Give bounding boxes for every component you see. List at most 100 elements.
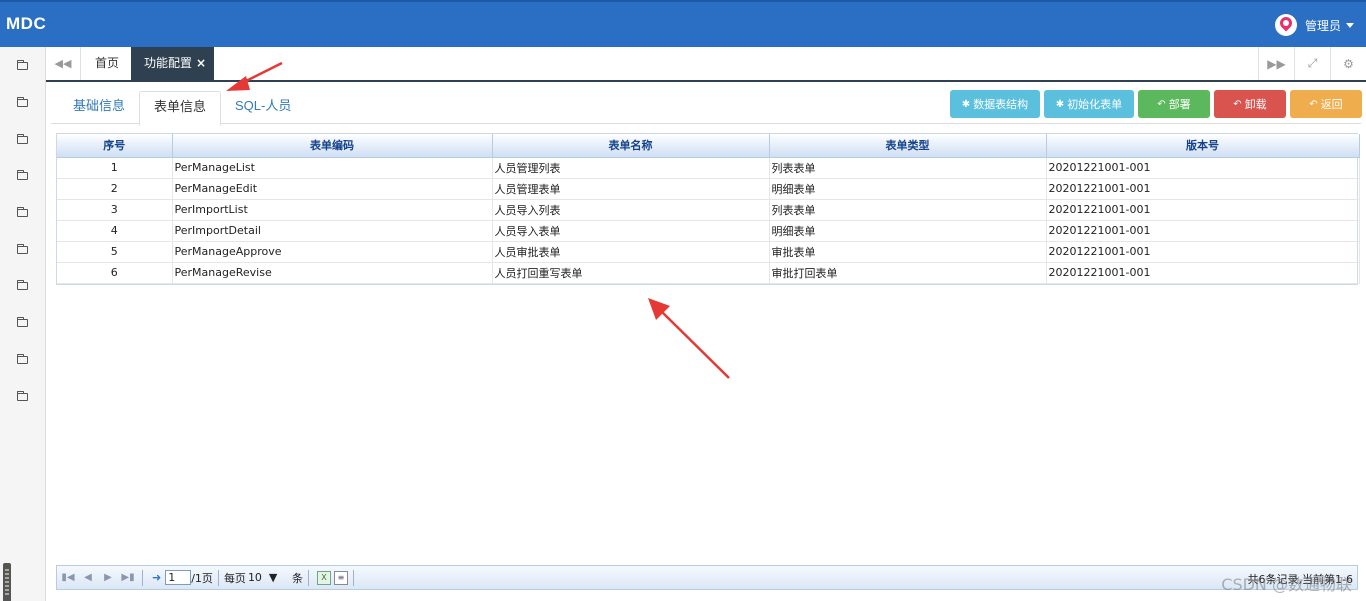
excel-export-icon[interactable]: X [316, 570, 331, 585]
button-label: 返回 [1320, 99, 1343, 111]
back-button[interactable]: ↶ 返回 [1290, 90, 1362, 118]
cell-type: 明细表单 [769, 220, 1047, 242]
close-icon[interactable]: × [196, 56, 206, 70]
per-page-label: 每页 [223, 571, 246, 585]
col-header-type[interactable]: 表单类型 [769, 134, 1047, 158]
cell-type: 列表表单 [769, 157, 1047, 179]
cell-name: 人员审批表单 [492, 241, 770, 263]
page-input[interactable]: 1 [165, 570, 192, 585]
cell-index: 3 [57, 199, 173, 221]
col-header-index[interactable]: 序号 [57, 134, 173, 158]
sidebar-item-6[interactable] [0, 230, 45, 267]
table-row[interactable]: 6 PerManageRevise 人员打回重写表单 审批打回表单 202012… [57, 262, 1360, 284]
col-header-version[interactable]: 版本号 [1046, 134, 1360, 158]
sidebar-item-8[interactable] [0, 304, 45, 341]
undo-icon: ↶ [1157, 98, 1166, 110]
tab-scroll-left-button[interactable]: ◀◀ [46, 47, 81, 80]
subtab-basic-info[interactable]: 基础信息 [59, 91, 139, 124]
cell-version: 20201221001-001 [1046, 157, 1360, 179]
fullscreen-icon[interactable]: ⤢ [1294, 47, 1330, 80]
cell-index: 4 [57, 220, 173, 242]
sidebar-item-3[interactable] [0, 120, 45, 157]
folder-icon [17, 353, 28, 364]
undo-icon: ↶ [1309, 98, 1318, 110]
watermark: CSDN @数通物联 [1221, 575, 1352, 594]
tab-bar: ◀◀ 首页 功能配置 × ▶▶ ⤢ ⚙ [46, 47, 1366, 82]
chevron-down-icon[interactable] [1346, 22, 1354, 28]
table-row[interactable]: 3 PerImportList 人员导入列表 列表表单 20201221001-… [57, 199, 1360, 221]
page-total: /1页 [191, 571, 213, 585]
cell-type: 审批打回表单 [769, 262, 1047, 284]
tab-scroll-right-button[interactable]: ▶▶ [1258, 47, 1294, 80]
button-label: 部署 [1168, 99, 1191, 111]
folder-icon [17, 170, 28, 181]
deploy-button[interactable]: ↶ 部署 [1138, 90, 1210, 118]
last-page-button[interactable]: ▶▮ [119, 569, 137, 587]
table-header: 序号 表单编码 表单名称 表单类型 版本号 [57, 134, 1360, 158]
divider [217, 569, 219, 586]
cell-code: PerManageRevise [172, 262, 493, 284]
subtab-form-info[interactable]: 表单信息 [139, 91, 222, 126]
cell-name: 人员管理表单 [492, 178, 770, 200]
cell-version: 20201221001-001 [1046, 262, 1360, 284]
folder-icon [17, 243, 28, 254]
location-pin-icon [1277, 14, 1295, 32]
sidebar-item-2[interactable] [0, 84, 45, 121]
tab-function-config[interactable]: 功能配置 × [131, 47, 215, 80]
toolbar: ✱ 数据表结构 ✱ 初始化表单 ↶ 部署 ↶ 卸载 ↶ 返回 [950, 90, 1362, 118]
per-page-unit: 条 [291, 571, 303, 585]
cell-version: 20201221001-001 [1046, 178, 1360, 200]
per-page-value: 10 [247, 571, 262, 584]
cell-type: 列表表单 [769, 199, 1047, 221]
sidebar-item-4[interactable] [0, 157, 45, 194]
document-icon[interactable]: ≡ [333, 570, 348, 585]
folder-icon [17, 133, 28, 144]
user-avatar[interactable] [1274, 14, 1297, 36]
tab-tools: ▶▶ ⤢ ⚙ [1258, 47, 1366, 80]
sidebar-item-9[interactable] [0, 341, 45, 378]
divider [142, 569, 143, 586]
sidebar-item-5[interactable] [0, 194, 45, 231]
folder-icon [17, 207, 28, 218]
folder-icon [17, 317, 28, 328]
button-label: 数据表结构 [973, 99, 1029, 111]
cell-code: PerImportList [172, 199, 493, 221]
user-menu[interactable]: 管理员 [1274, 14, 1354, 36]
app-logo[interactable]: MDC [6, 14, 46, 34]
cell-version: 20201221001-001 [1046, 199, 1360, 221]
per-page-select[interactable]: 10 ▼ [248, 570, 290, 586]
subtab-sql-person[interactable]: SQL-人员 [221, 91, 305, 124]
next-page-button[interactable]: ▶ [99, 569, 117, 587]
gear-icon[interactable]: ⚙ [1330, 47, 1366, 80]
table-row[interactable]: 4 PerImportDetail 人员导入表单 明细表单 2020122100… [57, 220, 1360, 242]
uninstall-button[interactable]: ↶ 卸载 [1214, 90, 1286, 118]
tab-home[interactable]: 首页 [82, 47, 134, 80]
cell-type: 明细表单 [769, 178, 1047, 200]
table-row[interactable]: 1 PerManageList 人员管理列表 列表表单 20201221001-… [57, 157, 1360, 179]
table-structure-button[interactable]: ✱ 数据表结构 [950, 90, 1040, 118]
cell-index: 6 [57, 262, 173, 284]
asterisk-icon: ✱ [961, 98, 971, 110]
tab-label: 功能配置 [144, 56, 193, 70]
cell-name: 人员导入表单 [492, 220, 770, 242]
col-header-code[interactable]: 表单编码 [172, 134, 493, 158]
folder-icon [17, 60, 28, 71]
top-header: MDC 管理员 [0, 0, 1366, 47]
folder-icon [17, 280, 28, 291]
table-row[interactable]: 2 PerManageEdit 人员管理表单 明细表单 20201221001-… [57, 178, 1360, 200]
init-form-button[interactable]: ✱ 初始化表单 [1044, 90, 1134, 118]
first-page-button[interactable]: ▮◀ [59, 569, 77, 587]
col-header-name[interactable]: 表单名称 [492, 134, 770, 158]
divider [352, 569, 354, 586]
undo-icon: ↶ [1233, 98, 1242, 110]
cell-code: PerManageList [172, 157, 493, 179]
user-name[interactable]: 管理员 [1305, 17, 1341, 34]
prev-page-button[interactable]: ◀ [79, 569, 97, 587]
asterisk-icon: ✱ [1055, 98, 1065, 110]
sidebar-item-7[interactable] [0, 267, 45, 304]
sidebar-item-1[interactable] [0, 47, 45, 84]
scroll-grip[interactable] [3, 563, 11, 601]
go-arrow-icon[interactable]: ➜ [152, 571, 161, 584]
sidebar-item-10[interactable] [0, 377, 45, 414]
table-row[interactable]: 5 PerManageApprove 人员审批表单 审批表单 202012210… [57, 241, 1360, 263]
